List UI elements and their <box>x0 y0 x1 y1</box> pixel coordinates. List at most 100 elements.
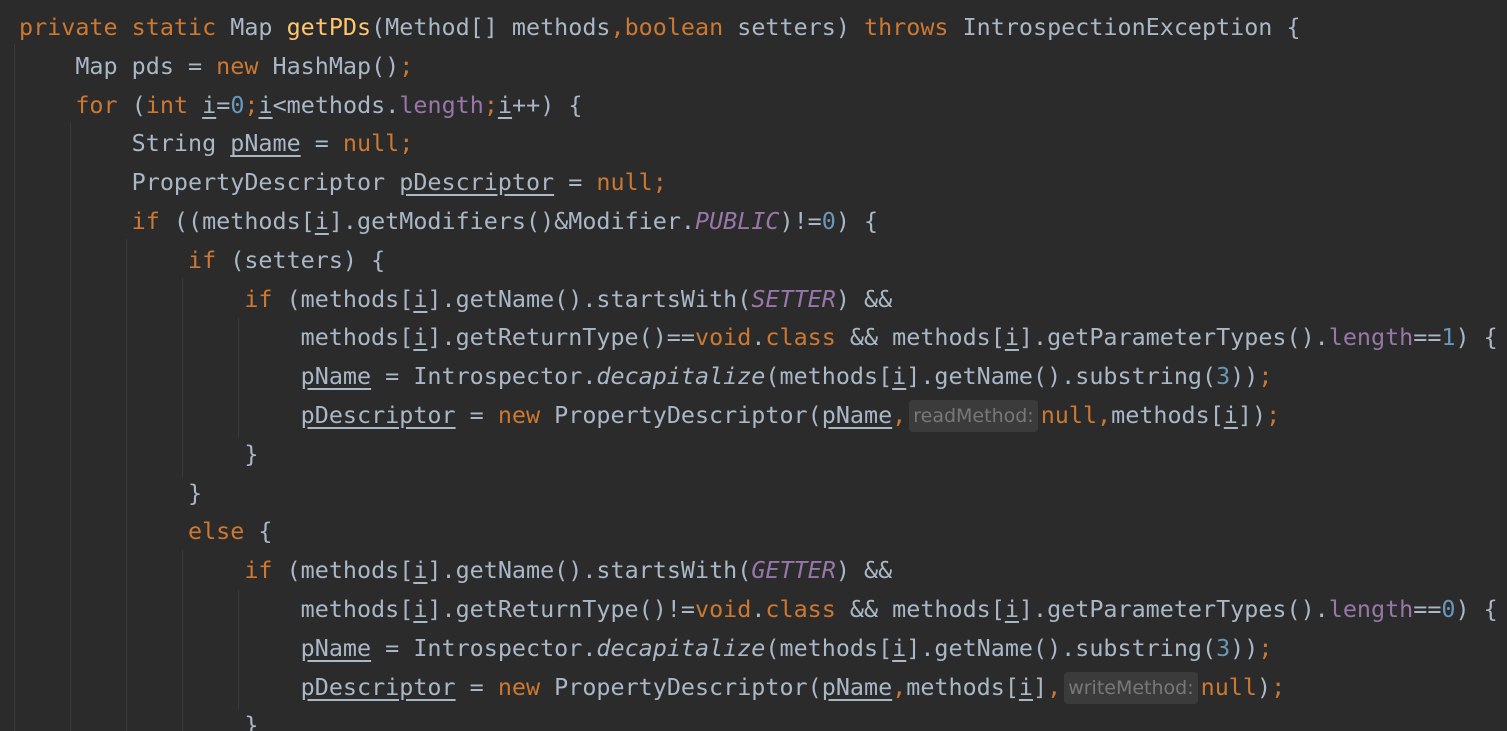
code-token: pName <box>300 633 372 662</box>
code-token: 0 <box>821 207 836 235</box>
code-token: i <box>1018 672 1034 701</box>
code-line[interactable]: if (setters) { <box>19 241 385 280</box>
code-token: (methods[ <box>765 633 893 662</box>
code-token: IntrospectionException { <box>962 13 1301 41</box>
code-line[interactable]: } <box>19 435 258 474</box>
code-token: if <box>131 207 174 235</box>
code-token: ++) { <box>512 90 583 119</box>
indent-guide <box>14 44 15 731</box>
code-token: } <box>19 478 203 507</box>
code-token: GETTER <box>751 556 836 585</box>
code-token: PropertyDescriptor <box>19 168 400 197</box>
code-token: else <box>188 517 259 546</box>
code-token: length <box>399 90 484 119</box>
code-token: getPDs <box>286 13 372 41</box>
code-token: decapitalize <box>596 362 766 391</box>
code-token: ,boolean <box>610 13 738 41</box>
code-token: for <box>75 90 132 119</box>
code-token: ; <box>1271 672 1286 701</box>
code-token: i <box>1004 323 1019 352</box>
code-line[interactable]: pName = Introspector.decapitalize(method… <box>19 629 1273 668</box>
code-token: pDescriptor <box>399 168 555 197</box>
code-line[interactable]: Map pds = new HashMap(); <box>19 47 413 86</box>
code-token: i <box>413 556 428 585</box>
code-token: 0 <box>230 90 245 119</box>
code-token: new <box>216 51 273 80</box>
code-token: null <box>1200 672 1257 701</box>
code-line[interactable]: pName = Introspector.decapitalize(method… <box>19 357 1273 396</box>
code-token: int <box>145 90 203 119</box>
code-line[interactable]: methods[i].getReturnType()!=void.class &… <box>19 590 1498 629</box>
code-token: PropertyDescriptor( <box>554 401 822 429</box>
code-token: ] <box>1033 672 1048 701</box>
code-token: methods[ <box>19 323 414 352</box>
code-token: = <box>216 90 231 119</box>
code-token: (methods[ <box>286 556 414 585</box>
code-token: ) && <box>835 556 893 585</box>
code-line[interactable]: if ((methods[i].getModifiers()&Modifier.… <box>19 202 878 241</box>
code-token: ) { <box>835 207 879 235</box>
code-token: ; <box>483 90 498 119</box>
code-token: 3 <box>1216 362 1231 391</box>
code-token: , <box>892 672 907 701</box>
code-line[interactable]: } <box>19 474 202 513</box>
code-token: decapitalize <box>596 633 766 662</box>
code-line[interactable]: } <box>19 706 258 731</box>
code-token: pName <box>821 672 893 701</box>
code-token: ; <box>1266 401 1281 429</box>
code-token: )) <box>1230 362 1259 391</box>
code-line[interactable]: pDescriptor = new PropertyDescriptor(pNa… <box>19 396 1280 435</box>
code-token: i <box>1004 595 1019 623</box>
code-line[interactable]: pDescriptor = new PropertyDescriptor(pNa… <box>19 668 1285 707</box>
code-token: ]) <box>1237 401 1267 429</box>
code-line[interactable]: for (int i=0;i<methods.length;i++) { <box>19 86 582 125</box>
code-token: private static <box>19 13 231 41</box>
code-line[interactable]: methods[i].getReturnType()==void.class &… <box>19 318 1498 357</box>
code-line[interactable]: else { <box>19 512 273 551</box>
code-line[interactable]: PropertyDescriptor pDescriptor = null; <box>19 163 667 202</box>
code-token: ) { <box>1455 595 1498 623</box>
code-editor[interactable]: private static Map getPDs(Method[] metho… <box>0 0 1507 731</box>
code-token: ( <box>131 90 146 119</box>
code-token: i <box>892 633 907 662</box>
code-token: null, <box>1040 401 1112 429</box>
code-token: 1 <box>1441 323 1456 352</box>
code-token: = <box>455 401 498 429</box>
code-token: SETTER <box>751 284 836 313</box>
code-token: new <box>497 672 555 701</box>
code-token: HashMap() <box>272 51 400 80</box>
code-line[interactable]: if (methods[i].getName().startsWith(SETT… <box>19 280 892 319</box>
code-token: PUBLIC <box>695 207 780 235</box>
code-token: i <box>258 90 273 119</box>
code-token: , <box>892 401 907 429</box>
code-token: (Method[] methods <box>371 13 611 41</box>
code-token: ; <box>244 90 259 119</box>
code-line[interactable]: private static Map getPDs(Method[] metho… <box>19 8 1301 47</box>
code-token: if <box>188 245 231 274</box>
code-token: { <box>258 517 273 546</box>
code-token: } <box>19 711 259 731</box>
code-token: null; <box>342 129 414 158</box>
code-token: throws <box>864 13 963 41</box>
code-token: new <box>497 401 555 429</box>
code-token: length <box>1328 323 1414 352</box>
code-token: i <box>1223 401 1238 429</box>
code-token: methods[ <box>19 595 414 623</box>
code-token: ((methods[ <box>173 207 315 235</box>
code-token: = <box>554 168 597 197</box>
code-token: ].getParameterTypes(). <box>1018 323 1329 352</box>
code-line[interactable]: if (methods[i].getName().startsWith(GETT… <box>19 551 892 590</box>
code-line[interactable]: String pName = null; <box>19 124 414 163</box>
code-token: ; <box>399 51 414 80</box>
code-token: i <box>497 90 513 119</box>
code-token: <methods. <box>272 90 400 119</box>
code-token: . <box>751 595 766 623</box>
code-token: pName <box>230 129 301 158</box>
code-token: } <box>19 439 259 468</box>
